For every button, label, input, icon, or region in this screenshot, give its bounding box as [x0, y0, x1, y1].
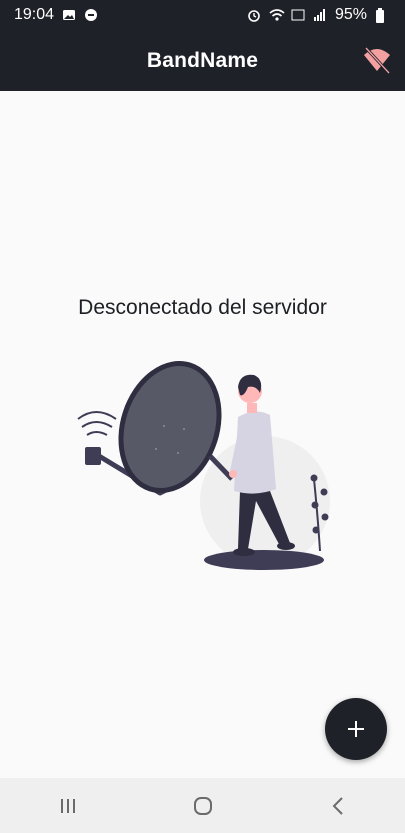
- alarm-icon: [247, 8, 261, 22]
- back-button[interactable]: [308, 786, 368, 826]
- disconnected-satellite-dish-illustration: [77, 360, 330, 570]
- status-bar-right: 95%: [247, 6, 389, 24]
- plus-icon: [348, 721, 364, 737]
- battery-percentage: 95%: [334, 6, 367, 23]
- battery-icon: [375, 8, 389, 23]
- main-content: Desconectado del servidor: [0, 91, 405, 778]
- volte-icon: [291, 8, 305, 22]
- status-time: 19:04: [14, 6, 55, 23]
- wifi-off-icon: [364, 46, 391, 75]
- status-bar: 19:04 95%: [0, 0, 405, 30]
- status-bar-left: 19:04: [14, 6, 98, 24]
- signal-icon: [313, 8, 327, 22]
- notification-icon: [84, 8, 98, 22]
- disconnected-message: Desconectado del servidor: [78, 296, 327, 319]
- add-band-button[interactable]: [325, 698, 387, 760]
- recents-button[interactable]: [38, 786, 98, 826]
- system-navigation-bar: [0, 778, 405, 833]
- wifi-icon: [269, 8, 285, 22]
- connection-status-button[interactable]: [359, 42, 395, 78]
- back-icon: [332, 796, 343, 815]
- gallery-icon: [62, 8, 76, 22]
- recents-icon: [60, 798, 75, 813]
- home-icon: [193, 796, 212, 815]
- app-bar: BandName: [0, 30, 405, 91]
- home-button[interactable]: [173, 786, 233, 826]
- app-title: BandName: [146, 48, 259, 72]
